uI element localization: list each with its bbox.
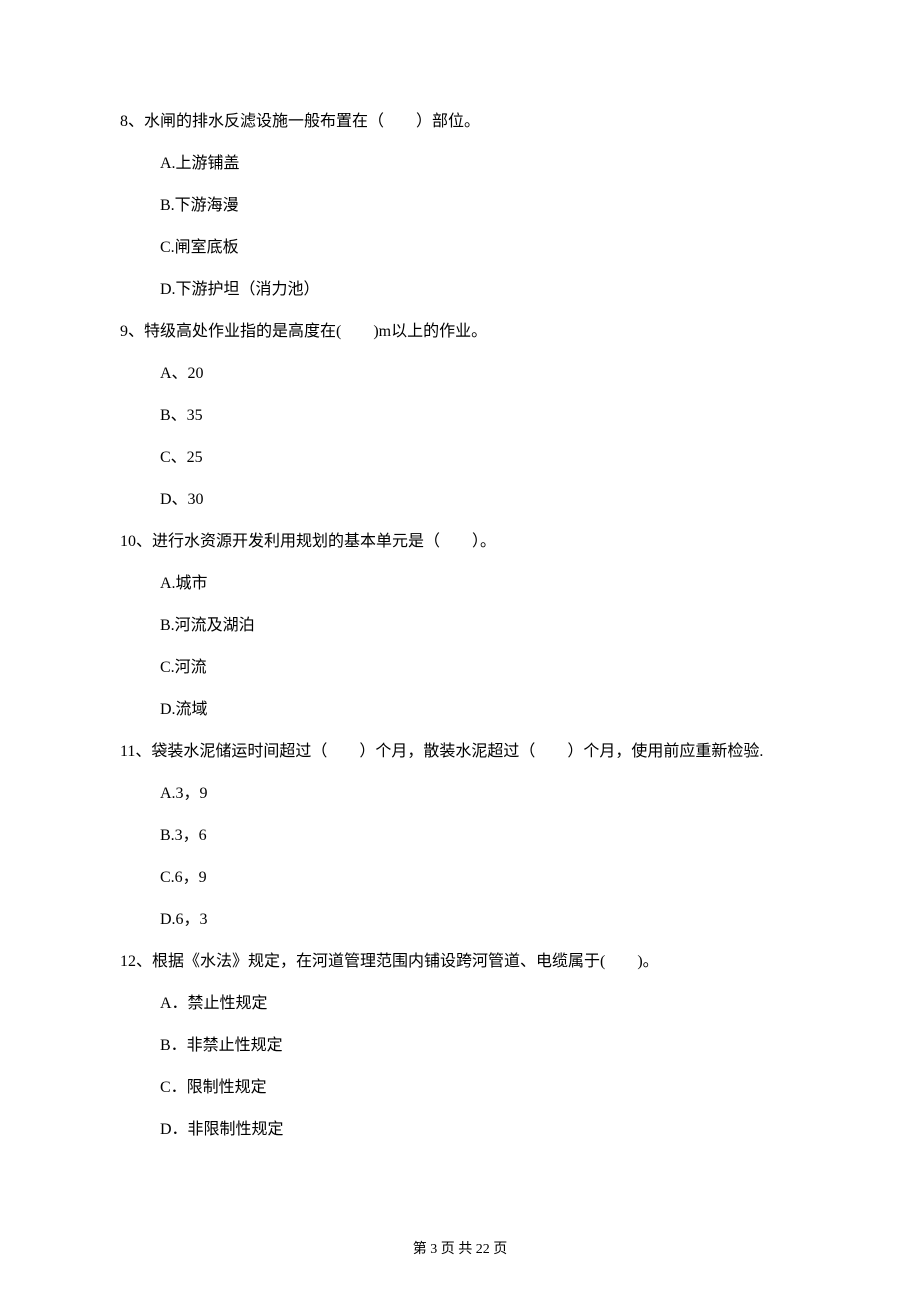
option-a: A.上游铺盖 <box>160 152 800 176</box>
option-d: D、30 <box>160 488 800 512</box>
options-list: A.城市 B.河流及湖泊 C.河流 D.流域 <box>120 572 800 722</box>
option-c: C.河流 <box>160 656 800 680</box>
question-text: 8、水闸的排水反滤设施一般布置在（ ）部位。 <box>120 110 800 134</box>
options-list: A、20 B、35 C、25 D、30 <box>120 362 800 512</box>
question-text: 11、袋装水泥储运时间超过（ ）个月，散装水泥超过（ ）个月，使用前应重新检验. <box>120 740 800 764</box>
option-c: C．限制性规定 <box>160 1076 800 1100</box>
question-text: 10、进行水资源开发利用规划的基本单元是（ ）。 <box>120 530 800 554</box>
option-c: C.6，9 <box>160 866 800 890</box>
options-list: A.上游铺盖 B.下游海漫 C.闸室底板 D.下游护坦（消力池） <box>120 152 800 302</box>
question-body: 袋装水泥储运时间超过（ ）个月，散装水泥超过（ ）个月，使用前应重新检验. <box>151 743 763 760</box>
option-a: A.3，9 <box>160 782 800 806</box>
question-number: 11、 <box>120 743 151 760</box>
option-b: B.3，6 <box>160 824 800 848</box>
page-footer: 第 3 页 共 22 页 <box>0 1239 920 1260</box>
option-b: B．非禁止性规定 <box>160 1034 800 1058</box>
option-d: D.6，3 <box>160 908 800 932</box>
option-d: D．非限制性规定 <box>160 1118 800 1142</box>
question-12: 12、根据《水法》规定，在河道管理范围内铺设跨河管道、电缆属于( )。 A．禁止… <box>120 950 800 1142</box>
option-d: D.流域 <box>160 698 800 722</box>
question-body: 特级高处作业指的是高度在( )m以上的作业。 <box>144 323 487 340</box>
question-body: 进行水资源开发利用规划的基本单元是（ ）。 <box>152 533 496 550</box>
options-list: A．禁止性规定 B．非禁止性规定 C．限制性规定 D．非限制性规定 <box>120 992 800 1142</box>
question-body: 水闸的排水反滤设施一般布置在（ ）部位。 <box>144 113 480 130</box>
question-number: 9、 <box>120 323 144 340</box>
option-b: B.河流及湖泊 <box>160 614 800 638</box>
option-c: C、25 <box>160 446 800 470</box>
options-list: A.3，9 B.3，6 C.6，9 D.6，3 <box>120 782 800 932</box>
question-11: 11、袋装水泥储运时间超过（ ）个月，散装水泥超过（ ）个月，使用前应重新检验.… <box>120 740 800 932</box>
question-text: 9、特级高处作业指的是高度在( )m以上的作业。 <box>120 320 800 344</box>
option-b: B、35 <box>160 404 800 428</box>
option-c: C.闸室底板 <box>160 236 800 260</box>
option-a: A．禁止性规定 <box>160 992 800 1016</box>
question-body: 根据《水法》规定，在河道管理范围内铺设跨河管道、电缆属于( )。 <box>152 953 659 970</box>
option-a: A.城市 <box>160 572 800 596</box>
question-number: 12、 <box>120 953 152 970</box>
option-b: B.下游海漫 <box>160 194 800 218</box>
question-number: 8、 <box>120 113 144 130</box>
question-8: 8、水闸的排水反滤设施一般布置在（ ）部位。 A.上游铺盖 B.下游海漫 C.闸… <box>120 110 800 302</box>
question-10: 10、进行水资源开发利用规划的基本单元是（ ）。 A.城市 B.河流及湖泊 C.… <box>120 530 800 722</box>
option-d: D.下游护坦（消力池） <box>160 278 800 302</box>
document-page: 8、水闸的排水反滤设施一般布置在（ ）部位。 A.上游铺盖 B.下游海漫 C.闸… <box>0 0 920 1302</box>
question-number: 10、 <box>120 533 152 550</box>
question-9: 9、特级高处作业指的是高度在( )m以上的作业。 A、20 B、35 C、25 … <box>120 320 800 512</box>
option-a: A、20 <box>160 362 800 386</box>
question-text: 12、根据《水法》规定，在河道管理范围内铺设跨河管道、电缆属于( )。 <box>120 950 800 974</box>
